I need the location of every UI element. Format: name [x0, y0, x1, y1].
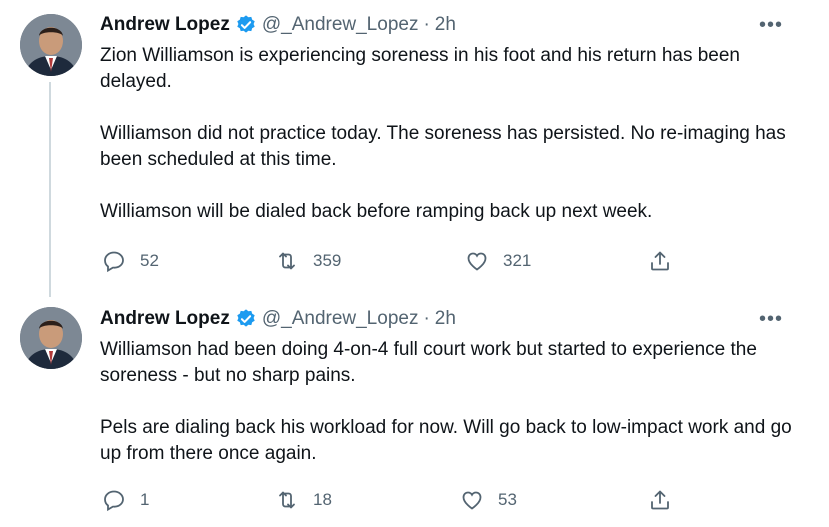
more-icon[interactable]: •••: [759, 14, 783, 37]
like-count: 321: [503, 251, 532, 270]
thread-connector-line: [49, 82, 51, 297]
author-name[interactable]: Andrew Lopez: [100, 308, 230, 330]
reply-icon: [104, 490, 124, 512]
avatar[interactable]: [20, 14, 82, 76]
share-button[interactable]: [648, 488, 672, 512]
retweet-button[interactable]: 359: [275, 249, 341, 273]
retweet-count: 359: [313, 251, 342, 270]
separator-dot: ·: [423, 14, 430, 35]
tweet-actions: 1 18 53: [100, 488, 680, 512]
author-name[interactable]: Andrew Lopez: [100, 14, 230, 36]
like-button[interactable]: 53: [460, 488, 517, 512]
like-count: 53: [498, 490, 517, 509]
avatar[interactable]: [20, 307, 82, 369]
tweet-actions: 52 359 321: [100, 249, 680, 273]
tweet-paragraph: Williamson did not practice today. The s…: [100, 123, 786, 170]
author-handle[interactable]: @_Andrew_Lopez: [262, 308, 419, 330]
tweet-paragraph: Williamson will be dialed back before ra…: [100, 201, 653, 222]
author-handle[interactable]: @_Andrew_Lopez: [262, 14, 419, 36]
like-icon: [467, 252, 487, 271]
share-icon: [651, 251, 669, 271]
verified-badge-icon: [237, 15, 255, 33]
reply-button[interactable]: 52: [102, 249, 159, 273]
separator-dot: ·: [423, 308, 430, 329]
tweet-text: Zion Williamson is experiencing soreness…: [100, 43, 800, 225]
tweet-paragraph: Pels are dialing back his workload for n…: [100, 417, 792, 464]
retweet-button[interactable]: 18: [275, 488, 332, 512]
tweet-text: Williamson had been doing 4-on-4 full co…: [100, 337, 800, 467]
reply-button[interactable]: 1: [102, 488, 149, 512]
like-icon: [462, 491, 482, 510]
reply-count: 52: [140, 251, 159, 270]
share-icon: [651, 490, 669, 510]
reply-count: 1: [140, 490, 150, 509]
retweet-icon: [279, 252, 295, 270]
retweet-count: 18: [313, 490, 332, 509]
like-button[interactable]: 321: [465, 249, 531, 273]
retweet-icon: [279, 491, 295, 509]
tweet-header: Andrew Lopez @_Andrew_Lopez · 2h: [100, 307, 456, 331]
reply-icon: [104, 251, 124, 273]
more-icon[interactable]: •••: [759, 308, 783, 331]
tweet-paragraph: Zion Williamson is experiencing soreness…: [100, 45, 740, 92]
tweet-paragraph: Williamson had been doing 4-on-4 full co…: [100, 339, 757, 386]
timestamp[interactable]: 2h: [435, 14, 456, 36]
verified-badge-icon: [237, 309, 255, 327]
tweet-header: Andrew Lopez @_Andrew_Lopez · 2h: [100, 13, 456, 37]
share-button[interactable]: [648, 249, 672, 273]
timestamp[interactable]: 2h: [435, 308, 456, 330]
